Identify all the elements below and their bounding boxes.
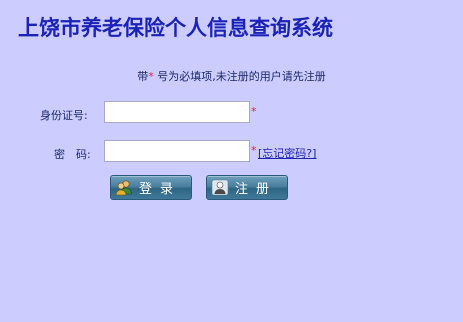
register-button-label: 注册 (235, 182, 278, 197)
id-required-star: * (251, 105, 257, 118)
notice-prefix: 带 (137, 70, 149, 83)
password-input[interactable] (104, 140, 250, 162)
login-button-label: 登录 (139, 182, 182, 197)
id-number-input[interactable] (104, 101, 250, 123)
page-title: 上饶市养老保险个人信息查询系统 (18, 16, 333, 40)
users-icon (115, 179, 133, 196)
password-label: 密 码: (54, 148, 91, 161)
user-icon (211, 179, 229, 196)
password-required-star: * (251, 144, 257, 157)
notice-text: 号为必填项,未注册的用户请先注册 (153, 70, 326, 83)
login-button[interactable]: 登录 (110, 175, 192, 200)
required-notice: 带* 号为必填项,未注册的用户请先注册 (0, 68, 463, 84)
forgot-password-link[interactable]: [忘记密码?] (258, 145, 316, 161)
register-button[interactable]: 注册 (206, 175, 288, 200)
id-number-label: 身份证号: (40, 109, 88, 122)
